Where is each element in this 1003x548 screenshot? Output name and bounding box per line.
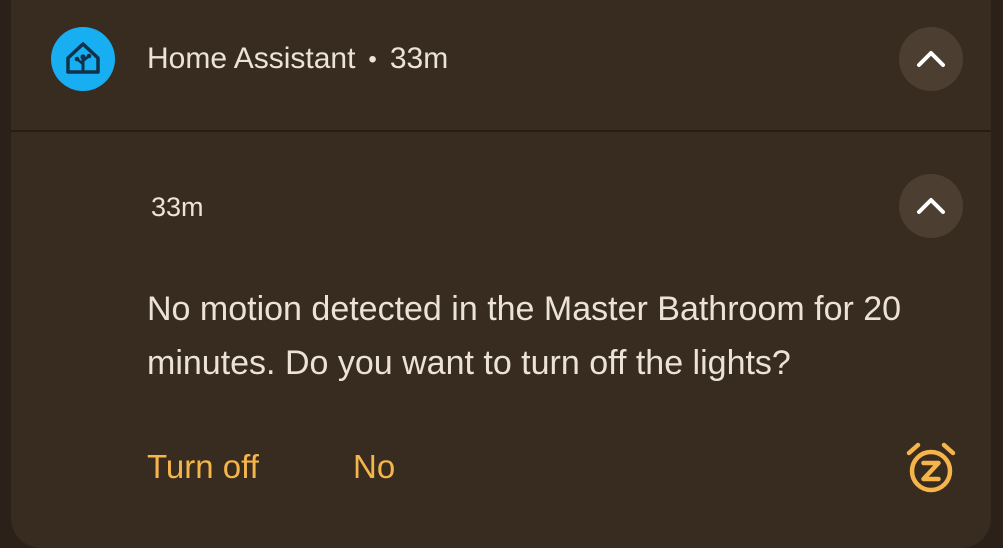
time-ago: 33m: [389, 42, 449, 75]
snooze-alarm-icon: [906, 442, 956, 493]
snooze-button[interactable]: [899, 436, 963, 500]
notification-time: 33m: [151, 192, 204, 222]
notification-header[interactable]: Home Assistant • 33m: [11, 0, 991, 132]
collapse-notification-button[interactable]: [899, 174, 963, 238]
notification-message: No motion detected in the Master Bathroo…: [147, 290, 902, 382]
app-name: Home Assistant: [147, 42, 356, 75]
separator-dot: •: [368, 46, 377, 73]
home-assistant-icon: [51, 27, 115, 91]
chevron-up-icon: [917, 51, 945, 67]
collapse-group-button[interactable]: [899, 27, 963, 91]
notification-card[interactable]: Home Assistant • 33m 33m No motion detecte…: [11, 0, 991, 548]
notification-header-text: Home Assistant • 33m: [147, 39, 448, 80]
turn-off-button[interactable]: Turn off: [147, 445, 259, 489]
no-button[interactable]: No: [353, 445, 395, 489]
chevron-up-icon: [917, 198, 945, 214]
